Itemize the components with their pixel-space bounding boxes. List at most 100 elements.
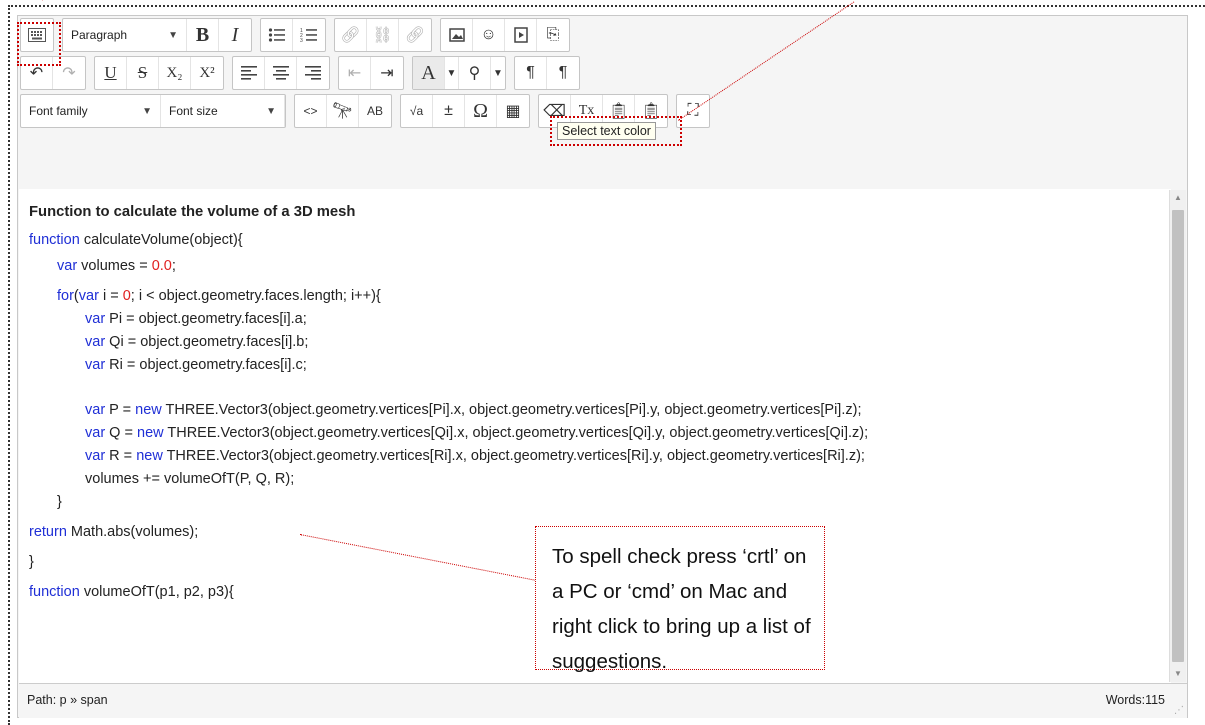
toolbar-group-colors: A ▼ ⚲ ▼ [412, 56, 506, 90]
html-source-button[interactable]: <> [295, 95, 327, 127]
code-line: } [57, 494, 62, 510]
format-select-label: Paragraph [71, 28, 128, 42]
word-count: Words:115 [1105, 693, 1165, 707]
text-color-button[interactable]: A [413, 57, 445, 89]
smiley-icon: ☺ [480, 26, 497, 43]
code-line: } [29, 554, 34, 570]
code-line: var R = new THREE.Vector3(object.geometr… [85, 448, 865, 464]
sqrt-icon: √a [409, 104, 424, 118]
unlink-icon: ⛓︎ [372, 27, 393, 44]
toolbar-group-format: Paragraph ▼ B I [62, 18, 252, 52]
tooltip-highlight [550, 116, 682, 146]
font-family-label: Font family [29, 104, 88, 118]
subscript-button[interactable]: X₂ [159, 57, 191, 89]
code-line: return Math.abs(volumes); [29, 524, 199, 540]
toolbar-group-text-style: U S X₂ X² [94, 56, 224, 90]
code-line: function volumeOfT(p1, p2, p3){ [29, 584, 234, 600]
code-line: var Ri = object.geometry.faces[i].c; [85, 357, 307, 373]
toolbar-group-media: ☺ ⎘ [440, 18, 570, 52]
underline-button[interactable]: U [95, 57, 127, 89]
table-button[interactable]: ▦ [497, 95, 529, 127]
toolbar-group-lists: 123 [260, 18, 326, 52]
emoticon-button[interactable]: ☺ [473, 19, 505, 51]
content-heading: Function to calculate the volume of a 3D… [29, 204, 356, 220]
pilcrow-rtl-icon: ¶ [558, 64, 568, 81]
replace-button[interactable]: AB [359, 95, 391, 127]
rtl-button[interactable]: ¶ [547, 57, 579, 89]
toolbar-group-align [232, 56, 330, 90]
image-icon [448, 28, 465, 42]
strikethrough-button[interactable]: S [127, 57, 159, 89]
chevron-down-icon: ▼ [446, 67, 457, 79]
chevron-down-icon: ▼ [142, 105, 152, 117]
anchor-link-icon: 🔗︎ [404, 27, 426, 44]
code-line: var P = new THREE.Vector3(object.geometr… [85, 402, 862, 418]
background-color-button[interactable]: ⚲ [459, 57, 491, 89]
font-size-label: Font size [169, 104, 218, 118]
equation-button[interactable]: √a [401, 95, 433, 127]
background-color-dropdown[interactable]: ▼ [491, 57, 505, 89]
indent-icon: ⇥ [380, 65, 394, 82]
align-left-icon [240, 66, 257, 80]
insert-char-button[interactable]: ± [433, 95, 465, 127]
toolbar-group-fonts: Font family ▼ Font size ▼ [20, 94, 286, 128]
align-left-button[interactable] [233, 57, 265, 89]
toolbar-row-1: Paragraph ▼ B I 123 🔗︎ ⛓︎ � [20, 18, 578, 52]
special-char-button[interactable]: Ω [465, 95, 497, 127]
code-line: for(var i = 0; i < object.geometry.faces… [57, 288, 381, 304]
scroll-thumb[interactable] [1172, 210, 1184, 662]
align-right-icon [305, 66, 321, 80]
code-line: var Q = new THREE.Vector3(object.geometr… [85, 425, 869, 441]
code-line: var Pi = object.geometry.faces[i].a; [85, 311, 307, 327]
find-button[interactable]: 🔭︎ [327, 95, 359, 127]
code-line: var volumes = 0.0; [57, 258, 176, 274]
code-line: volumes += volumeOfT(P, Q, R); [85, 471, 295, 487]
undo-icon: ↶ [29, 65, 44, 82]
manage-files-button[interactable]: ⎘ [537, 19, 569, 51]
element-path[interactable]: Path: p » span [27, 693, 108, 707]
insert-media-button[interactable] [505, 19, 537, 51]
content-scrollbar[interactable]: ▲ ▼ [1169, 190, 1186, 682]
chevron-down-icon: ▼ [266, 105, 276, 117]
toolbar-group-tools: <> 🔭︎ AB [294, 94, 392, 128]
anchor-button[interactable]: 🔗︎ [399, 19, 431, 51]
numbered-list-button[interactable]: 123 [293, 19, 325, 51]
svg-text:3: 3 [300, 38, 303, 43]
plus-minus-icon: ± [444, 102, 453, 119]
bullet-list-button[interactable] [261, 19, 293, 51]
outdent-button[interactable]: ⇤ [339, 57, 371, 89]
font-family-select[interactable]: Font family ▼ [21, 95, 161, 127]
scroll-down-icon[interactable]: ▼ [1170, 666, 1186, 682]
paint-bucket-icon: ⚲ [468, 65, 481, 82]
link-icon: 🔗︎ [340, 27, 361, 44]
code-line: var Qi = object.geometry.faces[i].b; [85, 334, 309, 350]
format-select[interactable]: Paragraph ▼ [63, 19, 187, 51]
resize-handle-icon[interactable]: ⋰ [1174, 705, 1184, 716]
files-icon: ⎘ [546, 26, 560, 43]
annotation-pointer-line [42, 0, 55, 1]
chevron-down-icon: ▼ [168, 29, 178, 41]
insert-image-button[interactable] [441, 19, 473, 51]
ltr-button[interactable]: ¶ [515, 57, 547, 89]
superscript-button[interactable]: X² [191, 57, 223, 89]
align-center-button[interactable] [265, 57, 297, 89]
code-icon: <> [303, 104, 318, 118]
pilcrow-ltr-icon: ¶ [526, 64, 535, 81]
indent-button[interactable]: ⇥ [371, 57, 403, 89]
toolbar-group-direction: ¶ ¶ [514, 56, 580, 90]
status-bar: Path: p » span Words:115 ⋰ [19, 683, 1187, 718]
bold-button[interactable]: B [187, 19, 219, 51]
bullet-list-icon [268, 28, 285, 42]
font-size-select[interactable]: Font size ▼ [161, 95, 285, 127]
toolbar-group-links: 🔗︎ ⛓︎ 🔗︎ [334, 18, 432, 52]
chevron-down-icon: ▼ [493, 67, 503, 79]
code-line: function calculateVolume(object){ [29, 232, 243, 248]
unlink-button[interactable]: ⛓︎ [367, 19, 399, 51]
toolbar-group-insert: √a ± Ω ▦ [400, 94, 530, 128]
toolbar-group-indent: ⇤ ⇥ [338, 56, 404, 90]
align-right-button[interactable] [297, 57, 329, 89]
link-button[interactable]: 🔗︎ [335, 19, 367, 51]
scroll-up-icon[interactable]: ▲ [1170, 190, 1186, 206]
text-color-dropdown[interactable]: ▼ [445, 57, 459, 89]
italic-button[interactable]: I [219, 19, 251, 51]
